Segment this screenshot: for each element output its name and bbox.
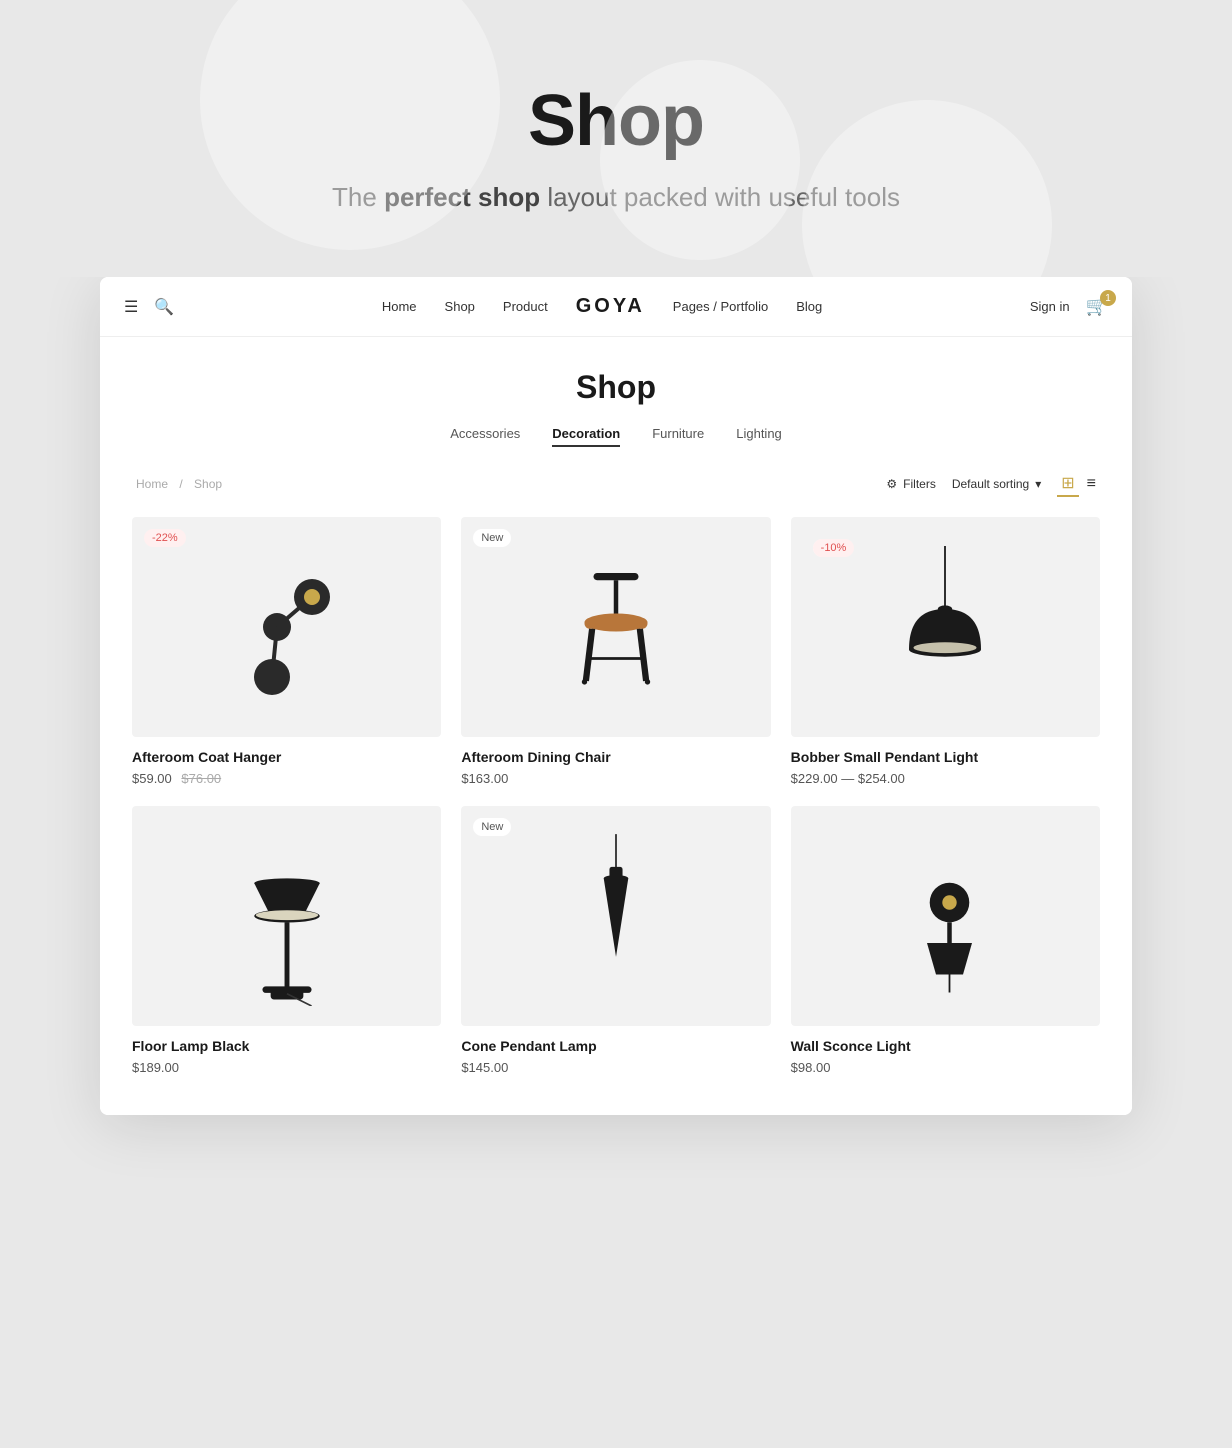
view-toggles: ⊞ ≡ [1057,471,1100,497]
filter-controls: ⚙ Filters Default sorting ▾ ⊞ ≡ [886,471,1100,497]
product-card-6[interactable]: Wall Sconce Light $98.00 [791,806,1100,1075]
product-image-6 [791,806,1100,1026]
tab-furniture[interactable]: Furniture [652,426,704,447]
badge-new-2: New [473,529,511,547]
price-current-5: $145.00 [461,1060,508,1075]
badge-discount-1: -22% [144,529,186,547]
breadcrumb-home[interactable]: Home [136,477,168,491]
breadcrumb-current: Shop [194,477,222,491]
price-current-4: $189.00 [132,1060,179,1075]
nav-right: Sign in 🛒 1 [1030,296,1108,317]
product-title-3: Bobber Small Pendant Light [791,749,1100,765]
list-view-button[interactable]: ≡ [1083,471,1100,497]
product-title-1: Afteroom Coat Hanger [132,749,441,765]
product-price-2: $163.00 [461,771,770,786]
product-illustration-2 [546,537,686,717]
hero-subtitle-rest: layout packed with useful tools [540,182,900,212]
product-title-6: Wall Sconce Light [791,1038,1100,1054]
product-price-1: $59.00 $76.00 [132,771,441,786]
filters-button[interactable]: ⚙ Filters [886,477,935,491]
tab-accessories[interactable]: Accessories [450,426,520,447]
price-current-2: $163.00 [461,771,508,786]
tab-lighting[interactable]: Lighting [736,426,782,447]
nav-product[interactable]: Product [503,299,548,314]
product-illustration-5 [546,826,686,1006]
price-current-1: $59.00 [132,771,172,786]
product-card-4[interactable]: Floor Lamp Black $189.00 [132,806,441,1075]
product-title-2: Afteroom Dining Chair [461,749,770,765]
product-card-3[interactable]: New -10% [791,517,1100,786]
nav-blog[interactable]: Blog [796,299,822,314]
product-illustration-4 [217,826,357,1006]
product-illustration-3 [875,537,1015,717]
product-card-1[interactable]: -22% Afteroom Coat Hanger [132,517,441,786]
product-price-6: $98.00 [791,1060,1100,1075]
product-image-1: -22% [132,517,441,737]
shop-content: Shop Accessories Decoration Furniture Li… [100,337,1132,1115]
nav-pages[interactable]: Pages / Portfolio [673,299,768,314]
browser-window: ☰ 🔍 Home Shop Product GOYA Pages / Portf… [100,277,1132,1115]
product-price-4: $189.00 [132,1060,441,1075]
product-illustration-1 [217,537,357,717]
chevron-down-icon: ▾ [1035,477,1041,491]
search-icon[interactable]: 🔍 [154,297,174,317]
hero-section: Shop The perfect shop layout packed with… [0,0,1232,277]
product-image-4 [132,806,441,1026]
breadcrumb: Home / Shop [132,477,226,491]
cart-badge: 1 [1100,290,1116,306]
hero-subtitle: The perfect shop layout packed with usef… [20,178,1212,217]
signin-link[interactable]: Sign in [1030,299,1070,314]
product-illustration-6 [875,826,1015,1006]
product-title-4: Floor Lamp Black [132,1038,441,1054]
product-image-5: New [461,806,770,1026]
badge-discount-3: -10% [813,539,855,557]
hero-subtitle-bold: perfect shop [384,182,540,212]
nav-shop[interactable]: Shop [445,299,475,314]
filter-bar: Home / Shop ⚙ Filters Default sorting ▾ … [132,471,1100,497]
sort-label: Default sorting [952,477,1029,491]
shop-page-title: Shop [132,369,1100,406]
product-card-2[interactable]: New [461,517,770,786]
price-current-3: $229.00 — $254.00 [791,771,905,786]
product-grid: -22% Afteroom Coat Hanger [132,517,1100,1075]
hamburger-icon[interactable]: ☰ [124,297,138,317]
grid-view-button[interactable]: ⊞ [1057,471,1078,497]
product-price-5: $145.00 [461,1060,770,1075]
product-image-2: New [461,517,770,737]
price-current-6: $98.00 [791,1060,831,1075]
sort-dropdown[interactable]: Default sorting ▾ [952,477,1041,491]
hero-title: Shop [20,80,1212,162]
nav-center: Home Shop Product GOYA Pages / Portfolio… [174,295,1030,318]
nav-left: ☰ 🔍 [124,297,174,317]
product-price-3: $229.00 — $254.00 [791,771,1100,786]
price-original-1: $76.00 [181,771,221,786]
breadcrumb-sep: / [179,477,182,491]
hero-subtitle-plain: The [332,182,384,212]
product-title-5: Cone Pendant Lamp [461,1038,770,1054]
product-card-5[interactable]: New Cone Pendant Lamp $145. [461,806,770,1075]
product-image-3: New -10% [791,517,1100,737]
cart-icon[interactable]: 🛒 1 [1086,296,1108,317]
badge-new-5: New [473,818,511,836]
tab-decoration[interactable]: Decoration [552,426,620,447]
filter-label: Filters [903,477,936,491]
category-tabs: Accessories Decoration Furniture Lightin… [132,426,1100,447]
nav-logo: GOYA [576,295,645,318]
nav-home[interactable]: Home [382,299,417,314]
navbar: ☰ 🔍 Home Shop Product GOYA Pages / Portf… [100,277,1132,337]
filter-icon: ⚙ [886,477,897,491]
